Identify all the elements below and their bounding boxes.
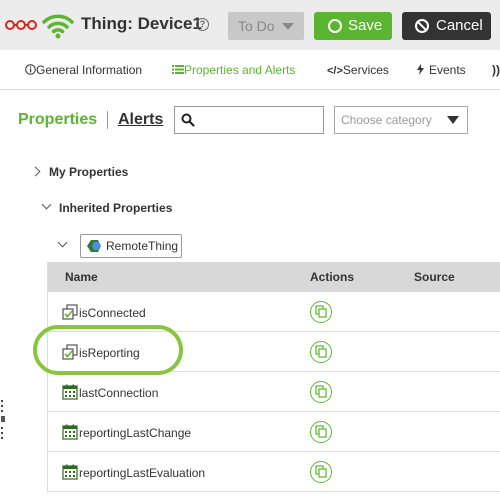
caret-down-icon [447,116,459,124]
copy-icon [315,305,327,318]
tree-node-inherited-properties[interactable]: Inherited Properties [59,201,172,215]
column-header-actions: Actions [310,270,355,284]
property-name: isConnected [79,306,146,320]
table-row[interactable]: reportingLastEvaluation [48,452,500,492]
panel-resize-handle[interactable] [0,400,6,440]
tab-general-information-label: General Information [36,63,143,77]
state-dropdown-value: To Do [238,18,275,34]
tab-properties-and-alerts[interactable]: Properties and Alerts [172,63,295,77]
lightning-icon [417,64,424,75]
property-name: reportingLastEvaluation [79,466,206,480]
tab-more[interactable]: )) [492,63,500,77]
save-button-label: Save [348,17,383,34]
tab-events[interactable]: Events [416,63,466,77]
tab-bar: General Information Properties and Alert… [0,50,500,90]
copy-icon [315,385,327,398]
cancel-button-label: Cancel [436,17,483,34]
column-header-source[interactable]: Source [414,270,455,284]
list-icon [172,65,184,74]
calendar-icon [62,424,78,440]
checkbox-icon [62,304,78,320]
search-input[interactable] [174,106,324,134]
table-row[interactable]: reportingLastChange [48,412,500,452]
copy-icon [315,465,327,478]
calendar-icon [62,464,78,480]
caret-down-icon [282,23,294,30]
thingworx-logo-icon [5,20,37,30]
alerts-tab[interactable]: Alerts [118,111,163,129]
save-button[interactable]: Save [314,12,392,40]
remote-thing-label: RemoteThing [106,239,179,253]
circle-icon [328,19,342,33]
copy-action-button[interactable] [310,461,332,483]
copy-action-button[interactable] [310,341,332,363]
property-name: reportingLastChange [79,426,192,440]
tab-events-label: Events [429,63,466,77]
properties-table: Name Actions Source isConnected isReport… [47,262,500,492]
table-header: Name Actions Source [48,262,500,292]
copy-action-button[interactable] [310,381,332,403]
copy-icon [315,425,327,438]
tab-properties-and-alerts-label: Properties and Alerts [184,63,296,77]
info-icon [25,64,36,75]
state-dropdown[interactable]: To Do [228,12,304,40]
tab-general-information[interactable]: General Information [25,63,142,77]
copy-icon [315,345,327,358]
remote-thing-tag[interactable]: RemoteThing [80,234,182,258]
copy-action-button[interactable] [310,301,332,323]
tree-node-my-properties[interactable]: My Properties [49,165,128,179]
header-bar: Thing: Device1 ? To Do Save Cancel [0,0,500,50]
cancel-button[interactable]: Cancel [402,12,491,40]
tab-services-label: Services [342,63,389,77]
category-dropdown-placeholder: Choose category [341,113,432,127]
page-title: Thing: Device1 [81,14,202,33]
code-icon: </> [327,65,343,77]
chevron-right-icon[interactable] [30,166,41,177]
tab-services[interactable]: </>Services [327,63,389,77]
column-header-name[interactable]: Name [65,270,98,284]
search-icon [181,113,195,127]
feed-icon: )) [492,63,500,77]
chevron-down-icon[interactable] [57,237,68,248]
wifi-icon [42,14,74,39]
ban-icon [415,19,429,33]
chevron-down-icon[interactable] [41,199,52,210]
help-icon[interactable]: ? [196,18,209,31]
category-dropdown[interactable]: Choose category [334,106,468,134]
copy-action-button[interactable] [310,421,332,443]
table-row[interactable]: lastConnection [48,372,500,412]
thing-shape-icon [87,240,101,252]
properties-tab[interactable]: Properties [18,111,97,129]
calendar-icon [62,384,78,400]
property-name: lastConnection [79,386,159,400]
divider [107,111,108,129]
highlight-ring [33,325,183,375]
